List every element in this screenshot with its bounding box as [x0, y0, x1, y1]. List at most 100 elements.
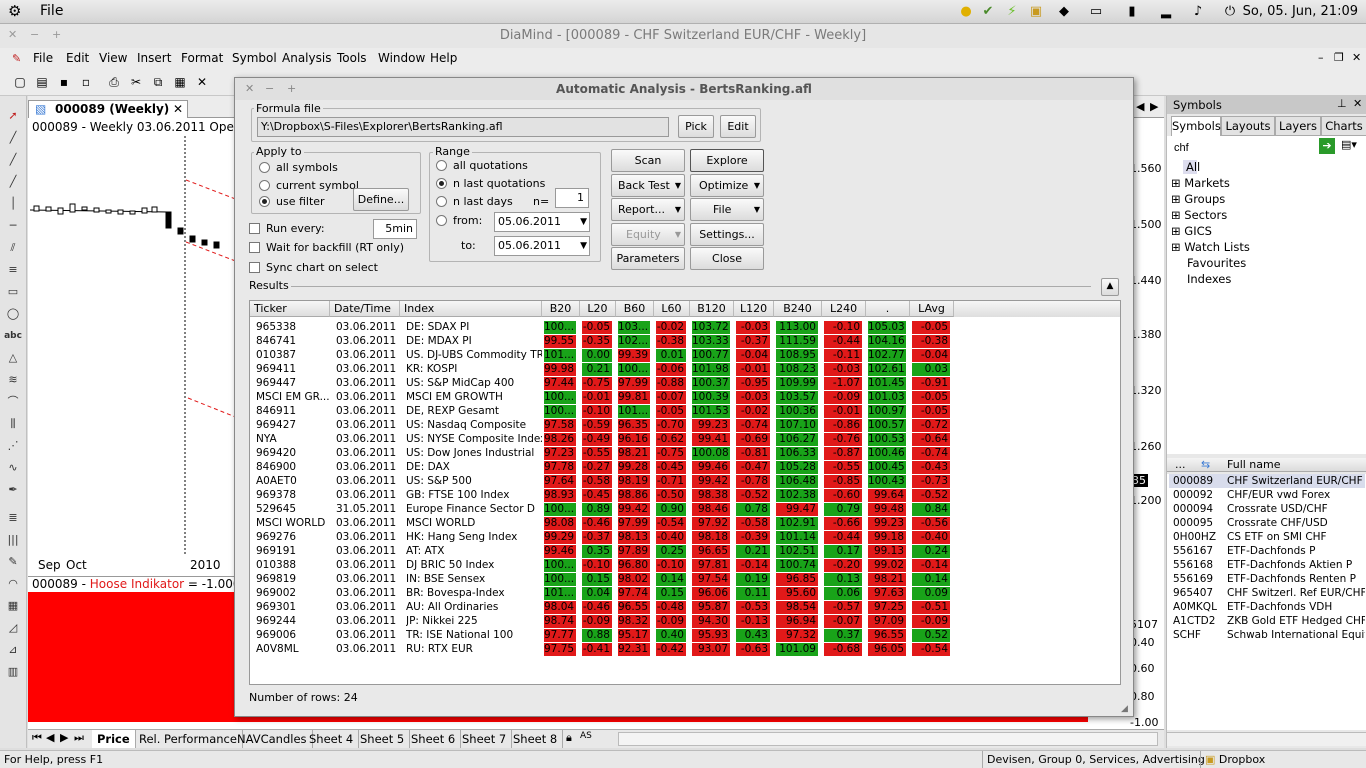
backtest-button[interactable]: Back Test ▼ — [611, 174, 685, 197]
battery-icon[interactable]: ▮ — [1124, 4, 1140, 20]
clock[interactable]: So, 05. Jun, 21:09 — [1243, 4, 1358, 19]
radio-n-last-quotations[interactable] — [436, 178, 447, 189]
table-row[interactable]: 846741 03.06.2011 DE: MDAX PI 99.55 -0.35 102… — [250, 335, 1120, 349]
eyedropper-icon[interactable]: ✒ — [4, 482, 22, 498]
expand-icon[interactable]: ⊞ — [1171, 208, 1181, 222]
table-row[interactable]: 969006 03.06.2011 TR: ISE National 100 97.7… — [250, 629, 1120, 643]
column-header[interactable]: B120 — [690, 301, 734, 317]
horizontal-line-icon[interactable]: ─ — [4, 218, 22, 234]
symbol-list-item[interactable]: 000092 CHF/EUR vwd Forex — [1169, 488, 1365, 502]
panel-tab-layouts[interactable]: Layouts — [1221, 116, 1275, 136]
sheet-next-icon[interactable]: ▶ — [60, 731, 68, 744]
cut-icon[interactable]: ✂ — [128, 74, 144, 90]
new-icon[interactable]: ▢ — [12, 74, 28, 90]
sheet-tab-8[interactable]: Sheet 8 — [508, 730, 564, 748]
dialog-minimize-icon[interactable]: − — [265, 82, 274, 95]
expand-icon[interactable]: ⊞ — [1171, 224, 1181, 238]
table-row[interactable]: MSCI WORLD 03.06.2011 MSCI WORLD 98.08 -0.46… — [250, 517, 1120, 531]
dropbox-icon[interactable]: ◆ — [1056, 4, 1072, 20]
table-row[interactable]: 969378 03.06.2011 GB: FTSE 100 Index 98.93-… — [250, 489, 1120, 503]
print-icon[interactable]: ⎙ — [106, 74, 122, 90]
symbol-search-input[interactable] — [1171, 138, 1315, 158]
vertical-line-icon[interactable]: │ — [4, 196, 22, 212]
table-row[interactable]: 846900 03.06.2011 DE: DAX 97.78 -0.27 99.28 -0… — [250, 461, 1120, 475]
tree-item-gics[interactable]: ⊞ GICS — [1171, 224, 1212, 238]
sheet-tab-5[interactable]: Sheet 5 — [355, 730, 411, 748]
panel-pin-icon[interactable]: ⊥ — [1337, 97, 1347, 110]
radio-all-symbols[interactable] — [259, 162, 270, 173]
sheet-size-icon[interactable]: AS — [580, 731, 592, 741]
tree-item-indexes[interactable]: Indexes — [1187, 272, 1231, 286]
resize-grip-icon[interactable]: ◢ — [1121, 704, 1128, 714]
chart-h-scrollbar[interactable] — [618, 732, 1158, 746]
signal-icon[interactable]: ▂ — [1158, 4, 1174, 20]
panel-tab-symbols[interactable]: Symbols — [1171, 116, 1221, 136]
save-all-icon[interactable]: ▫ — [78, 74, 94, 90]
sync-chart-checkbox[interactable] — [249, 262, 260, 273]
window-minimize-icon[interactable]: − — [30, 28, 39, 41]
run-every-input[interactable]: 5min — [373, 219, 417, 239]
menu-view[interactable]: View — [99, 51, 127, 65]
chart-scroll-left-icon[interactable]: ◀ — [1136, 100, 1144, 113]
symbol-list-item[interactable]: 0H00HZ CS ETF on SMI CHF — [1169, 530, 1365, 544]
table-row[interactable]: NYA 03.06.2011 US: NYSE Composite Index 98.… — [250, 433, 1120, 447]
scan-button[interactable]: Scan — [611, 149, 685, 172]
column-header[interactable]: . — [866, 301, 910, 317]
symbol-list-item[interactable]: 000094 Crossrate USD/CHF — [1169, 502, 1365, 516]
panel-close-icon[interactable]: ✕ — [1353, 97, 1362, 110]
file-dropdown-icon[interactable]: ▼ — [754, 199, 760, 220]
list-icon[interactable]: ≣ — [4, 510, 22, 526]
grid-icon[interactable]: ▦ — [4, 598, 22, 614]
symbol-list-item[interactable]: A1CTD2 ZKB Gold ETF Hedged CHF — [1169, 614, 1365, 628]
delete-icon[interactable]: ✕ — [194, 74, 210, 90]
expand-icon[interactable]: ⊞ — [1171, 240, 1181, 254]
dialog-maximize-icon[interactable]: + — [287, 82, 296, 95]
table-row[interactable]: 969819 03.06.2011 IN: BSE Sensex 100... 0.15… — [250, 573, 1120, 587]
radio-n-last-days[interactable] — [436, 196, 447, 207]
gann-icon[interactable]: ◿ — [4, 620, 22, 636]
table-row[interactable]: 969420 03.06.2011 US: Dow Jones Industrial… — [250, 447, 1120, 461]
text-tool-icon[interactable]: abc — [4, 328, 22, 344]
bars-icon[interactable]: ||| — [4, 532, 22, 548]
volume-icon[interactable]: ♪ — [1190, 4, 1206, 20]
column-header[interactable]: B240 — [774, 301, 822, 317]
measure-icon[interactable]: ⊿ — [4, 642, 22, 658]
table-row[interactable]: 969301 03.06.2011 AU: All Ordinaries 98.04-… — [250, 601, 1120, 615]
power-bolt-icon[interactable]: ⚡ — [1004, 4, 1020, 20]
table-row[interactable]: 010388 03.06.2011 DJ BRIC 50 Index 100... -0… — [250, 559, 1120, 573]
chart-tab[interactable]: ▧ 000089 (Weekly) ✕ — [28, 100, 188, 118]
extended-line-icon[interactable]: ╱ — [4, 174, 22, 190]
edit-button[interactable]: Edit — [720, 115, 756, 138]
report-button[interactable]: Report... ▼ — [611, 198, 685, 221]
table-row[interactable]: 846911 03.06.2011 DE, REXP Gesamt 100... -0.… — [250, 405, 1120, 419]
chart-scroll-right-icon[interactable]: ▶ — [1150, 100, 1158, 113]
paste-icon[interactable]: ▦ — [172, 74, 188, 90]
column-header[interactable]: B60 — [616, 301, 654, 317]
collapse-results-icon[interactable]: ▲ — [1101, 278, 1119, 296]
table-row[interactable]: 969447 03.06.2011 US: S&P MidCap 400 97.44-… — [250, 377, 1120, 391]
ray-tool-icon[interactable]: ╱ — [4, 152, 22, 168]
table-row[interactable]: 969427 03.06.2011 US: Nasdaq Composite 97.5… — [250, 419, 1120, 433]
n-value-input[interactable]: 1 — [555, 188, 589, 208]
save-icon[interactable]: ▪ — [56, 74, 72, 90]
column-header[interactable]: Date/Time — [330, 301, 400, 317]
table-row[interactable]: 965338 03.06.2011 DE: SDAX PI 100... -0.05 10… — [250, 321, 1120, 335]
to-date-input[interactable]: 05.06.2011 ▼ — [494, 236, 590, 256]
tree-item-all[interactable]: All — [1183, 160, 1200, 174]
menu-insert[interactable]: Insert — [137, 51, 171, 65]
table-row[interactable]: 969002 03.06.2011 BR: Bovespa-Index 101... 0… — [250, 587, 1120, 601]
menu-format[interactable]: Format — [181, 51, 223, 65]
radio-current-symbol[interactable] — [259, 180, 270, 191]
line-tool-icon[interactable]: ╱ — [4, 130, 22, 146]
column-header[interactable]: Ticker — [250, 301, 330, 317]
column-header[interactable]: Index — [400, 301, 542, 317]
column-header[interactable]: L120 — [734, 301, 774, 317]
cycle-icon[interactable]: ⫼ — [4, 416, 22, 432]
list-header-ticker[interactable]: ... — [1175, 458, 1186, 471]
wait-backfill-checkbox[interactable] — [249, 242, 260, 253]
table-row[interactable]: 969411 03.06.2011 KR: KOSPI 99.98 0.21 100...… — [250, 363, 1120, 377]
expand-icon[interactable]: ⊞ — [1171, 176, 1181, 190]
gear-icon[interactable]: ⚙ — [8, 2, 21, 20]
symbol-list-scrollbar[interactable] — [1167, 732, 1366, 746]
sheet-tab-rel-performance[interactable]: Rel. Performance — [134, 730, 243, 748]
